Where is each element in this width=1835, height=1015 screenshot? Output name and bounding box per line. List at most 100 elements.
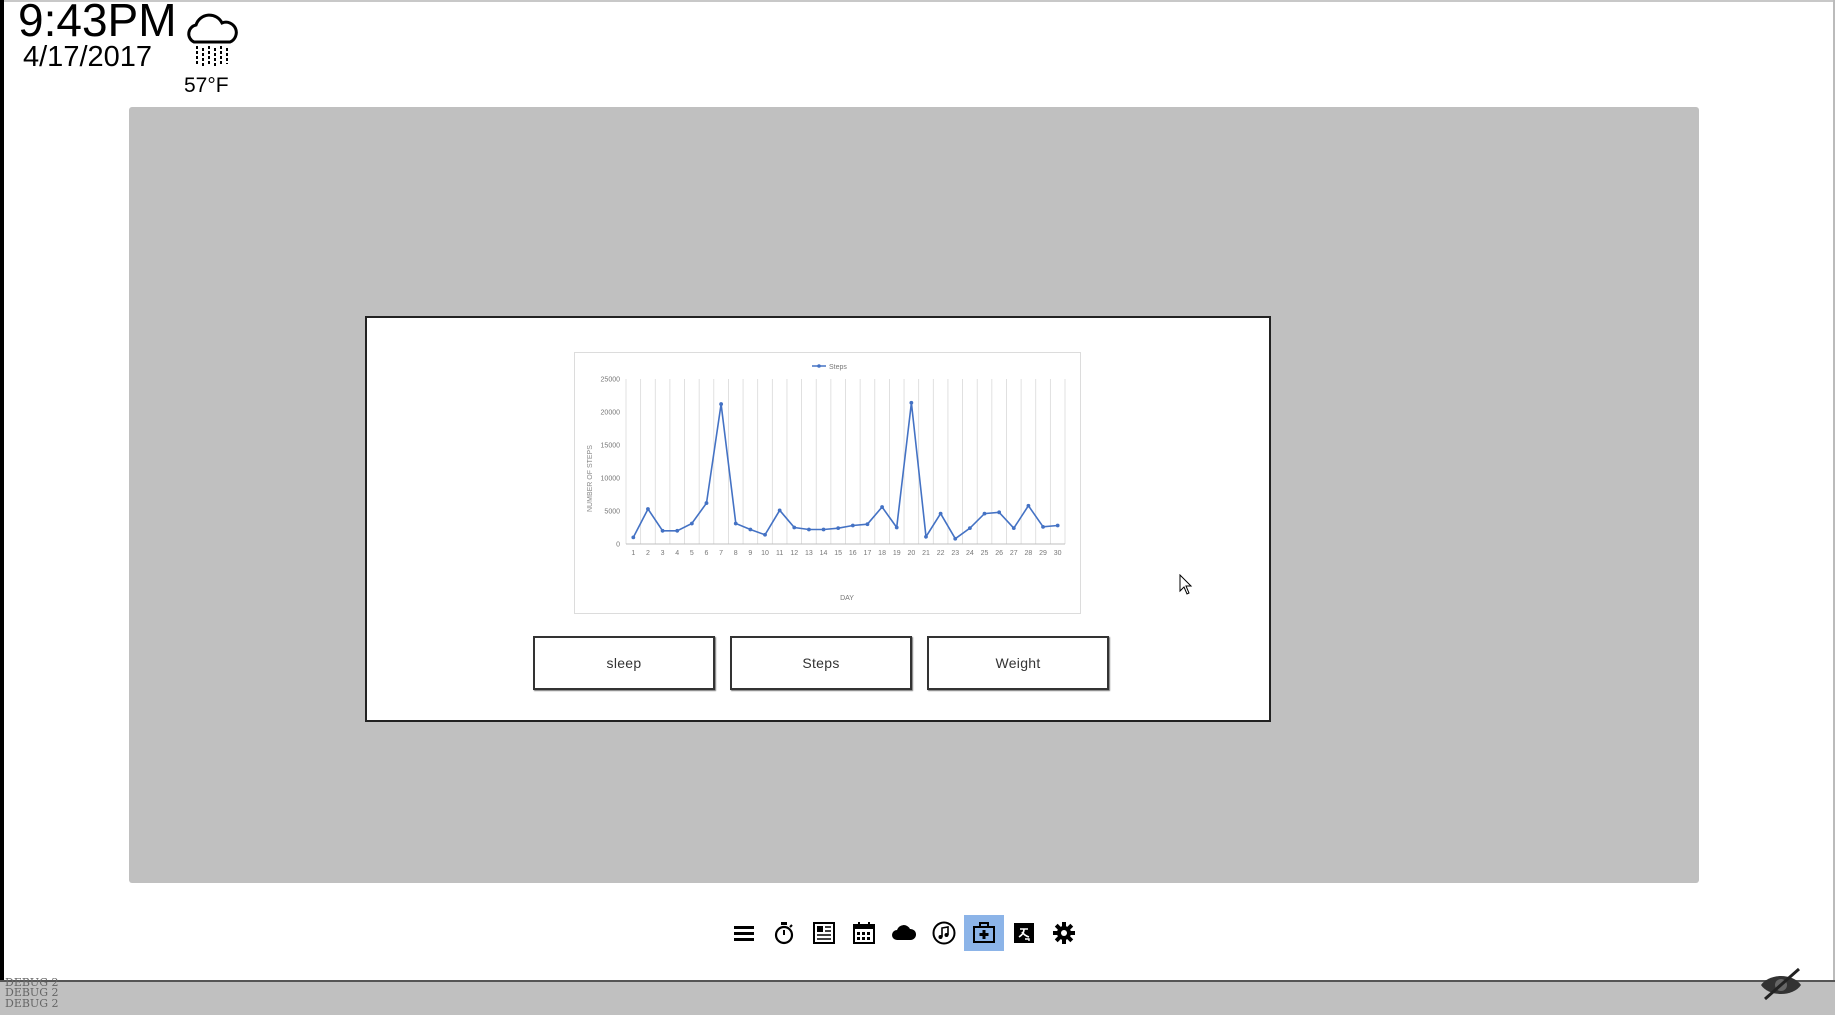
health-card: Steps 0 5000 10000 15000 20000 25000 12345678… <box>365 316 1271 722</box>
dock-health[interactable] <box>964 915 1004 951</box>
app-dock <box>724 915 1084 951</box>
data-point <box>675 528 680 533</box>
x-tick-label: 8 <box>734 550 738 557</box>
y-tick-label: 20000 <box>601 410 621 417</box>
y-tick-label: 25000 <box>601 377 621 384</box>
data-point <box>880 505 884 509</box>
steps-button[interactable]: Steps <box>730 636 912 690</box>
rain-cloud-icon <box>187 13 238 68</box>
sleep-button[interactable]: sleep <box>533 636 715 690</box>
eye-hidden-icon[interactable] <box>1757 963 1805 1003</box>
dock-music[interactable] <box>924 915 964 951</box>
data-point <box>646 507 650 511</box>
data-point <box>1011 526 1016 531</box>
x-tick-label: 15 <box>834 550 842 557</box>
x-tick-label: 21 <box>922 550 930 557</box>
data-point <box>777 508 782 513</box>
x-tick-label: 4 <box>675 550 679 557</box>
data-point <box>748 527 753 532</box>
data-point <box>733 521 738 526</box>
dock-translate[interactable] <box>1004 915 1044 951</box>
settings-icon <box>1053 922 1075 944</box>
window-left-edge <box>0 0 4 985</box>
x-tick-label: 23 <box>951 550 959 557</box>
data-point <box>967 526 972 531</box>
debug-status-bar: DEBUG 2 DEBUG 2 DEBUG 2 <box>0 977 1835 1015</box>
dock-weather[interactable] <box>884 915 924 951</box>
x-tick-label: 28 <box>1025 550 1033 557</box>
x-tick-label: 11 <box>776 550 783 557</box>
data-point <box>909 400 914 405</box>
data-point <box>631 535 636 540</box>
mouse-cursor-icon <box>1179 574 1193 595</box>
x-tick-label: 1 <box>631 550 635 557</box>
dock-stopwatch[interactable] <box>764 915 804 951</box>
data-point <box>924 534 928 539</box>
chart-grid <box>625 379 1066 545</box>
debug-line: DEBUG 2 <box>5 997 59 1010</box>
data-point <box>821 527 826 532</box>
x-axis-label: DAY <box>840 595 854 602</box>
data-point <box>704 501 709 505</box>
x-tick-label: 6 <box>705 550 709 557</box>
data-point <box>836 526 841 531</box>
x-tick-label: 22 <box>937 550 945 557</box>
x-tick-label: 12 <box>790 550 798 557</box>
data-point <box>1055 523 1060 528</box>
clock-date: 4/17/2017 <box>23 41 153 73</box>
x-tick-label: 7 <box>719 550 723 557</box>
news-icon <box>813 922 835 944</box>
y-tick-labels: 0 5000 10000 15000 20000 25000 <box>601 377 621 549</box>
x-tick-label: 19 <box>893 550 901 557</box>
x-tick-labels: 1 2 3 4 5 6 7 8 9 10 11 12 13 14 15 16 17 18 19 20 21 22 23 24 2… <box>631 550 1061 557</box>
x-tick-label: 24 <box>966 550 974 557</box>
x-tick-label: 20 <box>907 550 915 557</box>
y-tick-label: 5000 <box>604 509 620 516</box>
y-tick-label: 10000 <box>601 476 621 483</box>
weather-temperature: 57°F <box>184 74 229 97</box>
x-tick-label: 10 <box>761 550 769 557</box>
x-tick-label: 26 <box>995 550 1003 557</box>
steps-line-chart: Steps 0500010000150002000025000 12345678… <box>587 364 1066 602</box>
menu-icon <box>734 926 754 941</box>
y-tick-label: 0 <box>616 542 620 549</box>
data-point <box>660 528 665 533</box>
stopwatch-icon <box>774 922 794 945</box>
data-point <box>807 527 811 532</box>
data-point <box>1026 503 1031 508</box>
dock-calendar[interactable] <box>844 915 884 951</box>
chart-legend: Steps <box>812 364 847 371</box>
x-tick-label: 25 <box>981 550 989 557</box>
data-point <box>997 510 1002 515</box>
translate-icon <box>1014 923 1034 943</box>
legend-marker <box>817 364 821 368</box>
data-point <box>938 511 943 516</box>
music-icon <box>932 921 956 945</box>
weight-button[interactable]: Weight <box>927 636 1109 690</box>
x-tick-label: 18 <box>878 550 886 557</box>
x-tick-label: 3 <box>661 550 665 557</box>
data-point <box>982 511 987 516</box>
legend-entry: Steps <box>829 364 847 371</box>
y-tick-label: 15000 <box>601 443 621 450</box>
dock-news[interactable] <box>804 915 844 951</box>
cloud-icon <box>892 925 917 940</box>
dock-settings[interactable] <box>1044 915 1084 951</box>
x-tick-label: 29 <box>1039 550 1047 557</box>
data-point <box>689 521 694 526</box>
dock-menu[interactable] <box>724 915 764 951</box>
x-tick-label: 5 <box>690 550 694 557</box>
x-tick-label: 9 <box>748 550 752 557</box>
window-top-edge <box>0 0 1835 2</box>
x-tick-label: 13 <box>805 550 813 557</box>
data-point <box>1041 524 1045 529</box>
x-tick-label: 14 <box>820 550 828 557</box>
y-axis-label: NUMBER OF STEPS <box>587 445 594 512</box>
data-point <box>894 525 899 530</box>
x-tick-label: 27 <box>1010 550 1018 557</box>
x-tick-label: 30 <box>1054 550 1062 557</box>
calendar-icon <box>853 922 875 944</box>
x-tick-label: 2 <box>646 550 650 557</box>
health-icon <box>973 922 995 943</box>
x-tick-label: 17 <box>864 550 872 557</box>
